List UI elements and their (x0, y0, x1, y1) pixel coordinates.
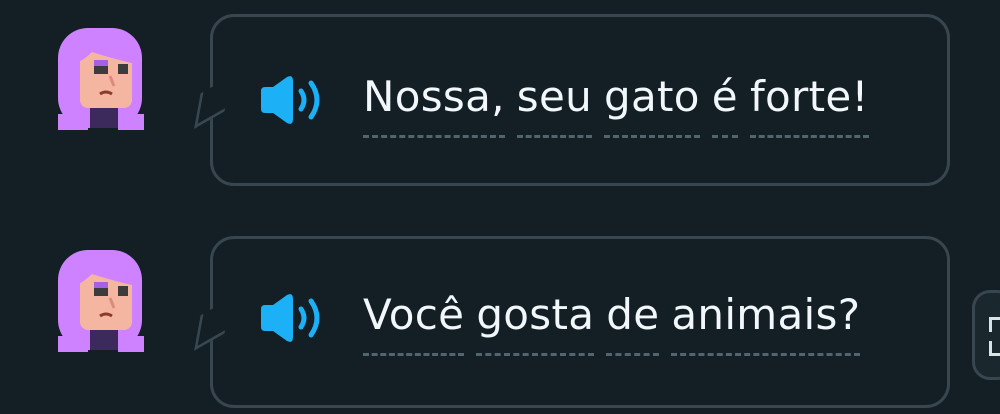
speaker-button[interactable] (257, 73, 327, 127)
word-token[interactable]: gato (604, 69, 700, 138)
bubble-tail (194, 298, 231, 351)
character-avatar (40, 240, 160, 360)
lily-avatar-icon (58, 28, 144, 130)
word-token[interactable]: Nossa, (363, 69, 505, 138)
expand-button[interactable] (972, 290, 1000, 380)
message-bubble: Você gosta de animais? (194, 236, 950, 408)
character-avatar (40, 18, 160, 138)
expand-bracket-icon (989, 317, 1000, 332)
word-token[interactable]: é (711, 69, 738, 138)
speaker-icon (261, 76, 320, 124)
word-token[interactable]: gosta (476, 287, 595, 356)
chat-area: Nossa, seu gato é forte! Você gosta de a… (0, 0, 1000, 414)
message-sentence: Nossa, seu gato é forte! (363, 69, 869, 138)
word-token[interactable]: forte! (749, 69, 869, 138)
word-token[interactable]: animais? (671, 287, 861, 356)
bubble-tail (194, 76, 231, 129)
word-token[interactable]: seu (516, 69, 593, 138)
message-bubble: Nossa, seu gato é forte! (194, 14, 950, 186)
expand-bracket-icon (989, 341, 1000, 356)
speaker-button[interactable] (257, 291, 327, 345)
message-sentence: Você gosta de animais? (363, 287, 861, 356)
word-token[interactable]: Você (363, 287, 465, 356)
speaker-icon (261, 294, 320, 342)
lily-avatar-icon (58, 250, 144, 352)
word-token[interactable]: de (606, 287, 660, 356)
